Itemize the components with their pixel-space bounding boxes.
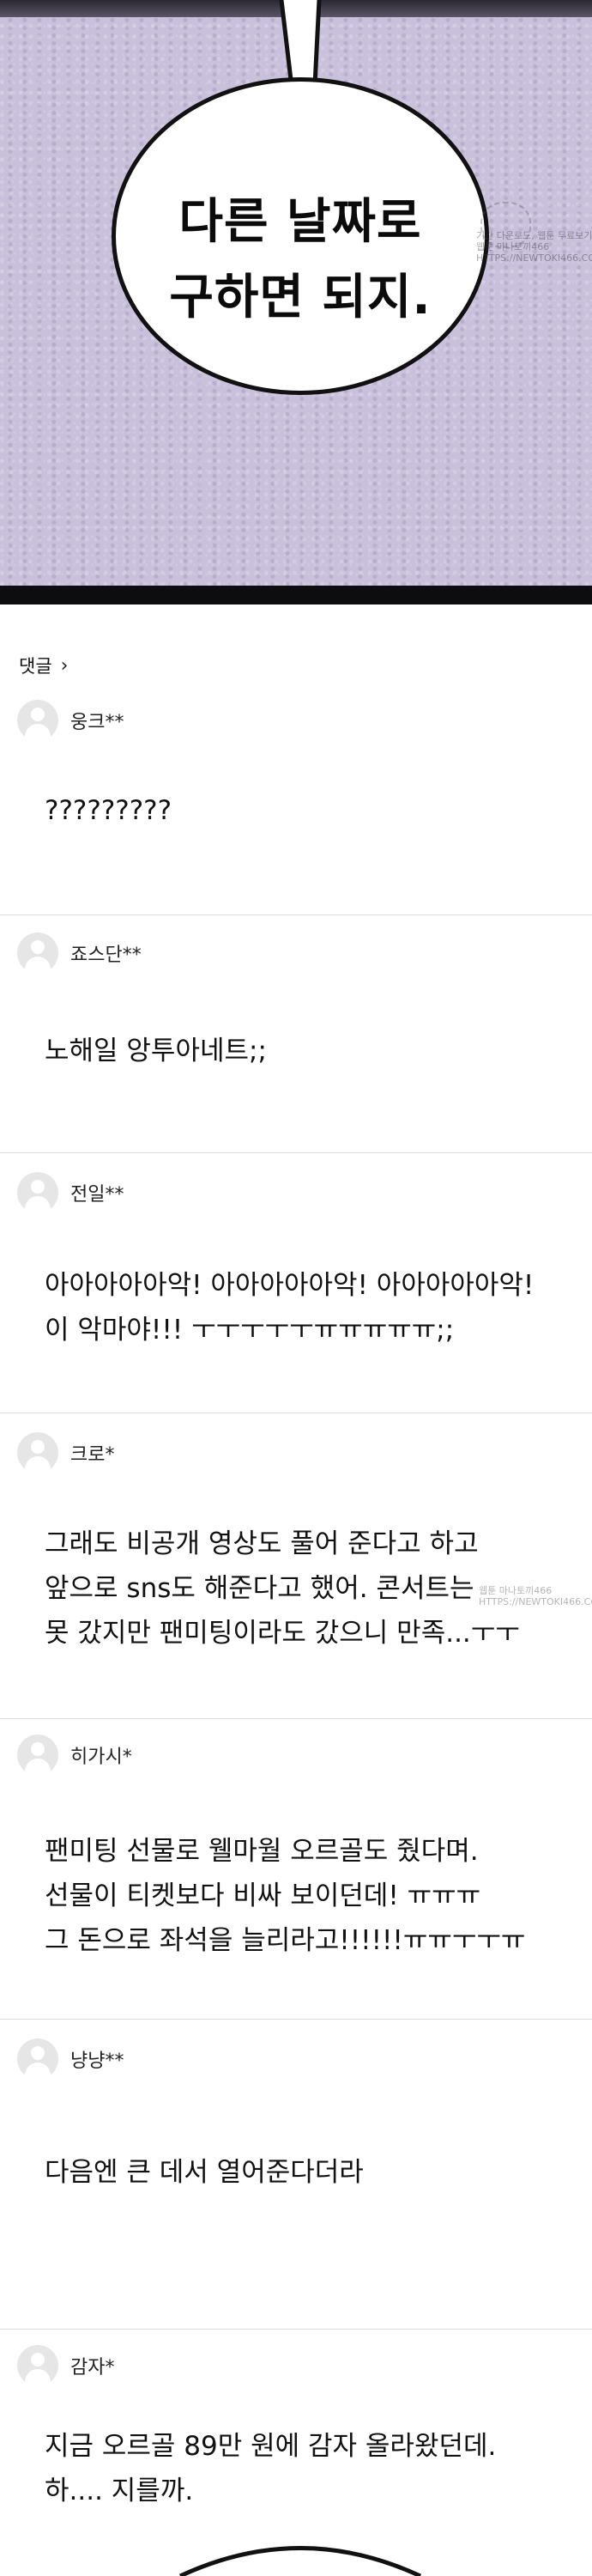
watermark-line: 웹툰 마나토끼466 bbox=[476, 241, 550, 252]
comment-item: 히가시* 팬미팅 선물로 웰마월 오르골도 줬다며. 선물이 티켓보다 비싸 보… bbox=[0, 1719, 592, 2020]
avatar-icon bbox=[17, 1432, 58, 1473]
comment-author: 냥냥** bbox=[70, 2050, 124, 2072]
comment-header: 전일** bbox=[17, 1172, 124, 1213]
avatar-icon bbox=[17, 700, 58, 741]
comment-item: 크로* 그래도 비공개 영상도 풀어 준다고 하고 앞으로 sns도 해준다고 … bbox=[0, 1413, 592, 1719]
speech-line: 다른 날짜로 bbox=[178, 194, 422, 250]
comment-item: 죠스단** 노해일 앙투아네트;; bbox=[0, 915, 592, 1153]
watermark: 기간 다운로드, 웹툰 무료보기 웹툰 마나토끼466 HTTPS://NEWT… bbox=[476, 230, 592, 264]
comment-text: 다음엔 큰 데서 열어준다더라 bbox=[45, 2157, 364, 2188]
comment-text: 팬미팅 선물로 웰마월 오르골도 줬다며. 선물이 티켓보다 비싸 보이던데! … bbox=[45, 1836, 526, 1956]
next-speech-bubble-edge bbox=[178, 2546, 422, 2576]
watermark: 웹툰 마나토끼466 HTTPS://NEWTOKI466.COM bbox=[479, 1585, 592, 1607]
panel-bottom-border bbox=[0, 586, 592, 605]
comment-text: ????????? bbox=[45, 795, 172, 826]
comment-text: 지금 오르골 89만 원에 감자 올라왔던데. 하.... 지를까. bbox=[45, 2431, 497, 2506]
comment-author: 전일** bbox=[70, 1184, 124, 1206]
comment-header: 죠스단** bbox=[17, 933, 142, 974]
comment-author: 웅크** bbox=[70, 712, 124, 733]
comment-author: 크로* bbox=[70, 1444, 115, 1466]
comment-author: 히가시* bbox=[70, 1747, 132, 1768]
comment-header: 크로* bbox=[17, 1432, 114, 1473]
avatar-icon bbox=[17, 933, 58, 974]
avatar-icon bbox=[17, 1735, 58, 1776]
comment-item: 웅크** ????????? bbox=[0, 687, 592, 915]
avatar-icon bbox=[17, 2038, 58, 2080]
comment-item: 전일** 아아아아아악! 아아아아아악! 아아아아아악! 이 악마야!!! ㅜㅜ… bbox=[0, 1153, 592, 1413]
comments-header-link[interactable]: 댓글 › bbox=[19, 653, 68, 678]
avatar-icon bbox=[17, 1172, 58, 1213]
comments-header-label: 댓글 bbox=[19, 656, 52, 677]
comment-header: 감자* bbox=[17, 2345, 114, 2386]
comment-text: 노해일 앙투아네트;; bbox=[45, 1036, 267, 1066]
watermark-line: 기간 다운로드, 웹툰 무료보기 bbox=[476, 230, 592, 241]
watermark-line: HTTPS://NEWTOKI466.COM bbox=[479, 1596, 592, 1607]
comment-item: 냥냥** 다음엔 큰 데서 열어준다더라 bbox=[0, 2020, 592, 2330]
watermark-line: 웹툰 마나토끼466 bbox=[479, 1585, 553, 1596]
comic-panel: 다른 날짜로 구하면 되지. 기간 다운로드, 웹툰 무료보기 웹툰 마나토끼4… bbox=[0, 0, 592, 586]
avatar-icon bbox=[17, 2345, 58, 2386]
watermark-line: HTTPS://NEWTOKI466.COM bbox=[476, 252, 592, 264]
chevron-right-icon: › bbox=[60, 654, 69, 677]
comment-author: 감자* bbox=[70, 2357, 115, 2379]
comment-header: 히가시* bbox=[17, 1735, 132, 1776]
speech-bubble-text: 다른 날짜로 구하면 되지. bbox=[129, 185, 472, 336]
comment-header: 웅크** bbox=[17, 700, 124, 741]
comment-header: 냥냥** bbox=[17, 2038, 124, 2080]
comment-text: 그래도 비공개 영상도 풀어 준다고 하고 앞으로 sns도 해준다고 했어. … bbox=[45, 1528, 520, 1649]
comment-text: 아아아아아악! 아아아아아악! 아아아아아악! 이 악마야!!! ㅜㅜㅜㅜㅜㅠㅠ… bbox=[45, 1270, 535, 1346]
speech-line: 구하면 되지. bbox=[169, 270, 432, 325]
comment-author: 죠스단** bbox=[70, 945, 142, 966]
